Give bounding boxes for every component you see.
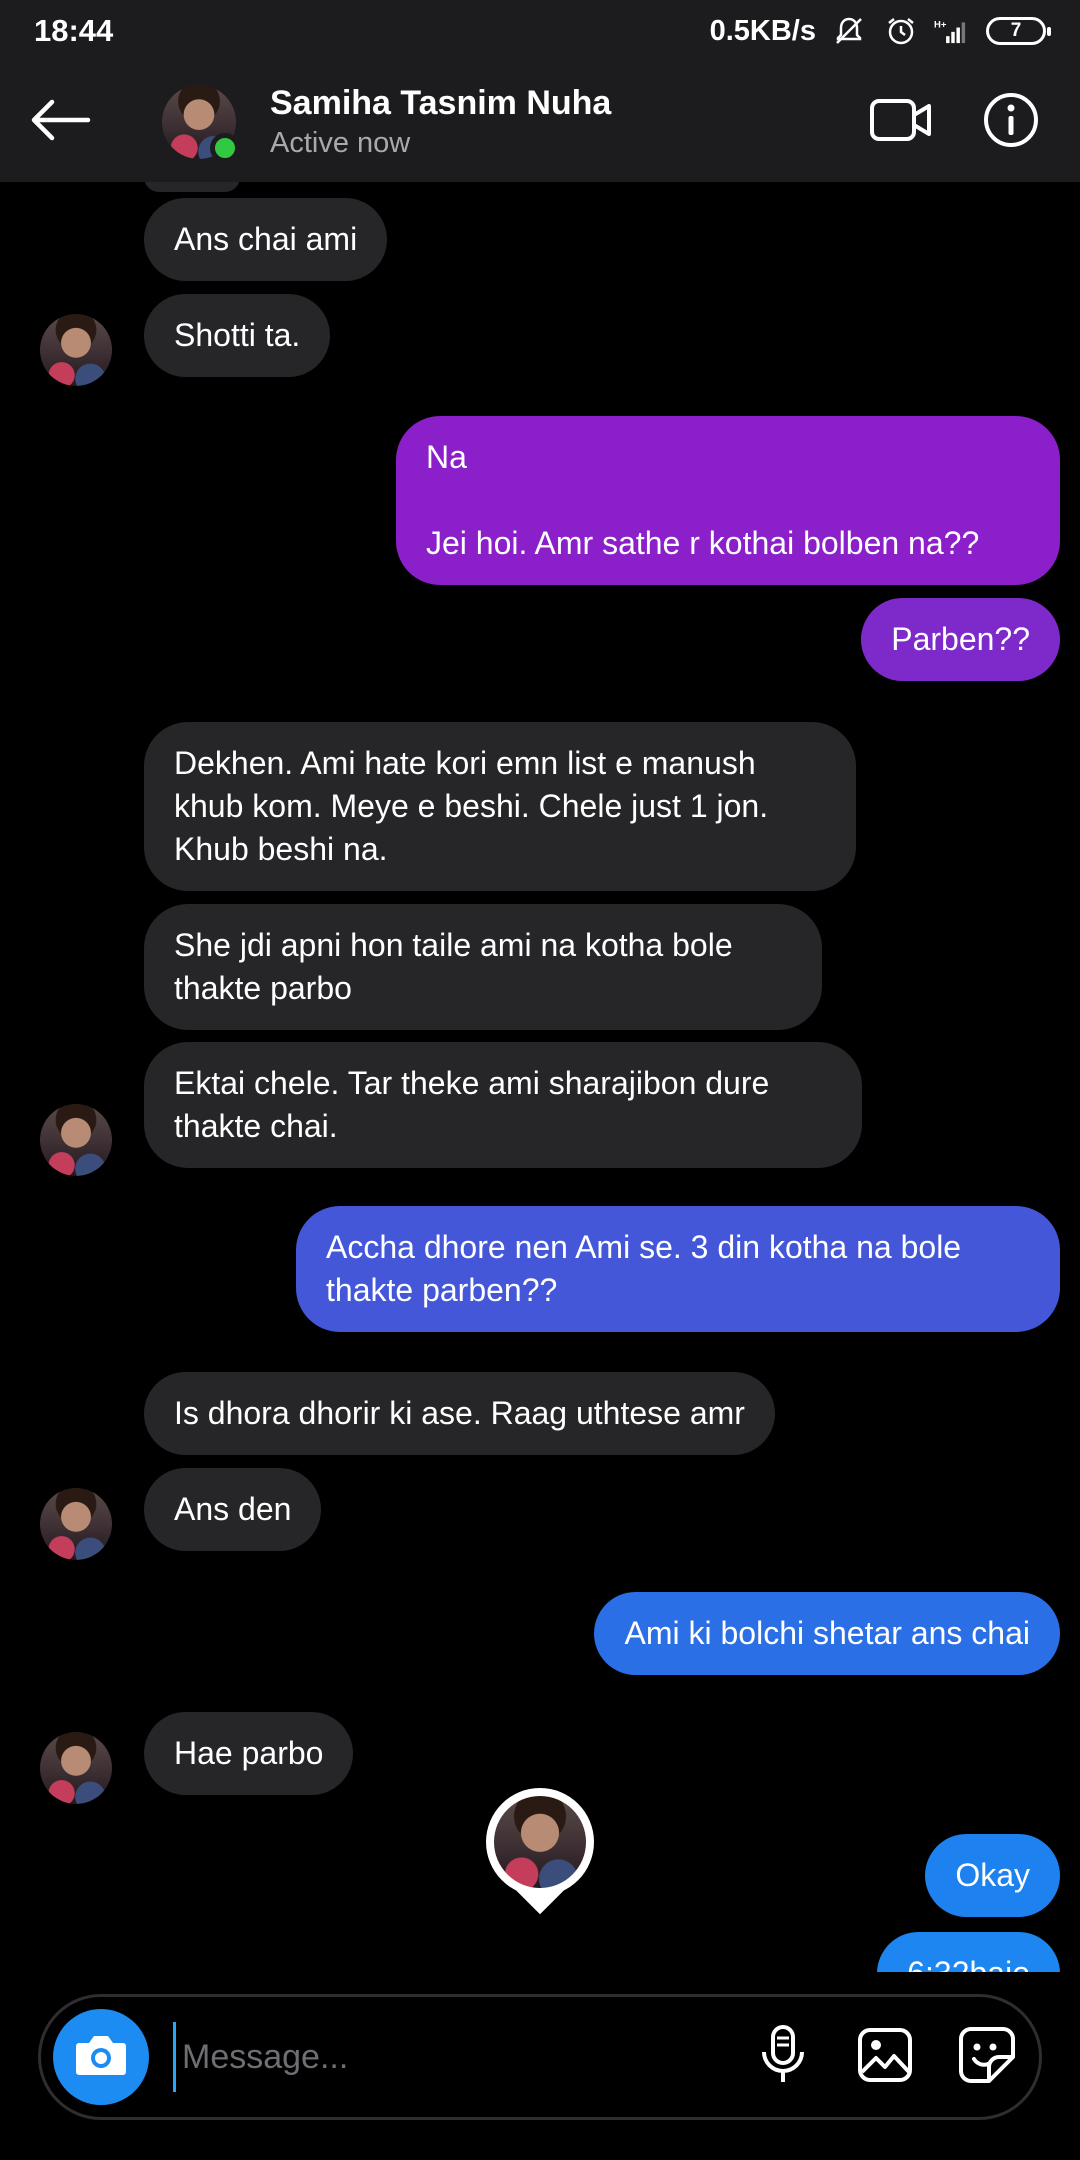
status-right: 0.5KB/s H+ 7 (709, 12, 1051, 50)
seen-avatar (494, 1796, 586, 1888)
sticker-icon (957, 2025, 1017, 2090)
message-list[interactable]: Ans chai ami Shotti ta. Na Jei hoi. Amr … (0, 182, 1080, 1972)
voice-message-button[interactable] (751, 2024, 815, 2091)
message-bubble-sent[interactable]: Accha dhore nen Ami se. 3 din kotha na b… (296, 1206, 1060, 1332)
avatar (40, 1732, 112, 1804)
video-call-button[interactable] (866, 87, 936, 157)
message-bubble-sent[interactable]: Parben?? (861, 598, 1060, 681)
status-bar: 18:44 0.5KB/s H+ 7 (0, 0, 1080, 62)
battery-icon: 7 (986, 17, 1051, 45)
message-bubble-received[interactable]: Ans chai ami (144, 198, 388, 281)
status-time: 18:44 (34, 13, 114, 48)
microphone-icon (759, 2024, 807, 2091)
contact-status: Active now (270, 127, 411, 159)
composer-actions (751, 2024, 1019, 2091)
contact-name: Samiha Tasnim Nuha (270, 84, 612, 122)
message-bubble-received[interactable]: Is dhora dhorir ki ase. Raag uthtese amr (144, 1372, 775, 1455)
signal-icon: H+ (934, 12, 972, 50)
sender-avatar[interactable] (40, 314, 112, 386)
message-bubble-partial (144, 182, 240, 192)
header-actions (866, 87, 1046, 157)
avatar (40, 314, 112, 386)
message-bubble-received[interactable]: She jdi apni hon taile ami na kotha bole… (144, 904, 822, 1030)
sender-avatar[interactable] (40, 1488, 112, 1560)
camera-icon (73, 2031, 129, 2084)
online-indicator (210, 133, 240, 163)
mute-icon (830, 12, 868, 50)
messenger-chat-screen: 18:44 0.5KB/s H+ 7 Samiha Tasnim Nuha Ac… (0, 0, 1080, 2160)
avatar (40, 1104, 112, 1176)
alarm-icon (882, 12, 920, 50)
message-bubble-sent[interactable]: Ami ki bolchi shetar ans chai (594, 1592, 1060, 1675)
avatar (494, 1796, 586, 1888)
video-call-icon (869, 96, 933, 149)
gallery-button[interactable] (853, 2025, 917, 2089)
contact-info[interactable]: Samiha Tasnim Nuha Active now (270, 84, 611, 160)
gallery-icon (856, 2026, 914, 2089)
info-icon (982, 91, 1040, 154)
seen-indicator (486, 1788, 594, 1916)
chat-header: Samiha Tasnim Nuha Active now (0, 62, 1080, 182)
camera-button[interactable] (53, 2009, 149, 2105)
message-bubble-sent[interactable]: Na Jei hoi. Amr sathe r kothai bolben na… (396, 416, 1060, 585)
sender-avatar[interactable] (40, 1104, 112, 1176)
message-composer (38, 1994, 1042, 2120)
message-bubble-received[interactable]: Ans den (144, 1468, 322, 1551)
message-bubble-received[interactable]: Hae parbo (144, 1712, 354, 1795)
message-bubble-sent[interactable]: 6:32baje (877, 1932, 1060, 1972)
avatar (40, 1488, 112, 1560)
contact-avatar[interactable] (162, 85, 240, 163)
message-bubble-sent[interactable]: Okay (925, 1834, 1060, 1917)
info-button[interactable] (976, 87, 1046, 157)
back-arrow-icon (28, 98, 92, 147)
svg-text:H+: H+ (934, 20, 947, 31)
message-bubble-received[interactable]: Ektai chele. Tar theke ami sharajibon du… (144, 1042, 862, 1168)
message-input[interactable] (173, 2022, 751, 2092)
back-button[interactable] (0, 62, 120, 182)
sticker-button[interactable] (955, 2025, 1019, 2089)
message-bubble-received[interactable]: Dekhen. Ami hate kori emn list e manush … (144, 722, 856, 891)
network-speed: 0.5KB/s (709, 14, 816, 47)
sender-avatar[interactable] (40, 1732, 112, 1804)
message-bubble-received[interactable]: Shotti ta. (144, 294, 331, 377)
